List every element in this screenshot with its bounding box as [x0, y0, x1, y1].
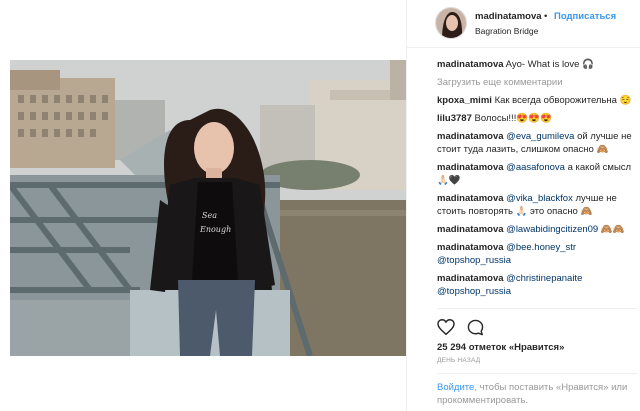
post-photo[interactable]: Sea Enough [10, 60, 406, 356]
comment-item: lilu3787 Волосы!!!😍😍😍 [437, 112, 637, 125]
avatar[interactable] [435, 7, 467, 39]
comment-username-link[interactable]: madinatamova [437, 273, 504, 284]
likes-count[interactable]: 25 294 отметок «Нравится» [437, 342, 564, 353]
comment-icon[interactable] [467, 319, 484, 336]
follow-button[interactable]: Подписаться [554, 11, 616, 22]
post-header: madinatamova • Подписаться Bagration Bri… [407, 0, 640, 48]
comment-mention-link[interactable]: @lawabidingcitizen09 [506, 224, 598, 235]
comment-mention-link[interactable]: @christinepanaite [506, 273, 582, 284]
heart-icon[interactable] [437, 318, 455, 336]
comment-username-link[interactable]: madinatamova [437, 242, 504, 253]
caption: madinatamova Ayo- What is love 🎧 [437, 58, 637, 71]
post-actions: 25 294 отметок «Нравится» ДЕНЬ НАЗАД [437, 308, 637, 368]
comments-list: madinatamova Ayo- What is love 🎧 Загрузи… [437, 58, 637, 303]
comment-username-link[interactable]: madinatamova [437, 224, 504, 235]
comment-mention-link[interactable]: @topshop_russia [437, 286, 511, 297]
caption-username-link[interactable]: madinatamova [437, 59, 504, 70]
location-link[interactable]: Bagration Bridge [475, 26, 538, 36]
post-sidebar: madinatamova • Подписаться Bagration Bri… [406, 0, 640, 411]
comment-mention-link[interactable]: @aasafonova [506, 162, 565, 173]
photo-image: Sea Enough [10, 60, 406, 356]
comment-username-link[interactable]: madinatamova [437, 131, 504, 142]
comment-item: madinatamova @aasafonova а какой смысл 🙏… [437, 161, 637, 187]
instagram-post: Sea Enough madinatamova • Подписаться Ba… [0, 0, 640, 411]
comment-text: Волосы!!!😍😍😍 [474, 113, 552, 124]
header-username-link[interactable]: madinatamova [475, 11, 542, 22]
comment-mention-link[interactable]: @bee.honey_str [506, 242, 576, 253]
caption-text: Ayo- What is love 🎧 [505, 59, 594, 70]
comment-item: kpoxa_mimi Как всегда обворожительна 😌 [437, 94, 637, 107]
comment-mention-link[interactable]: @vika_blackfox [506, 193, 573, 204]
comment-item: madinatamova @vika_blackfox лучше не сто… [437, 192, 637, 218]
comment-mention-link[interactable]: @eva_gumileva [506, 131, 574, 142]
comment-username-link[interactable]: kpoxa_mimi [437, 95, 492, 106]
comment-username-link[interactable]: madinatamova [437, 162, 504, 173]
comment-item: madinatamova @bee.honey_str @topshop_rus… [437, 241, 637, 267]
comment-item: madinatamova @lawabidingcitizen09 🙈🙈 [437, 223, 637, 236]
comment-username-link[interactable]: madinatamova [437, 193, 504, 204]
svg-text:Sea: Sea [202, 211, 217, 220]
login-link[interactable]: Войдите [437, 382, 474, 393]
comment-text: Как всегда обворожительна 😌 [494, 95, 632, 106]
comment-item: madinatamova @christinepanaite @topshop_… [437, 272, 637, 298]
comment-text: 🙈🙈 [598, 224, 625, 235]
comment-mention-link[interactable]: @topshop_russia [437, 255, 511, 266]
comment-username-link[interactable]: lilu3787 [437, 113, 472, 124]
svg-text:Enough: Enough [199, 225, 231, 234]
post-timestamp: ДЕНЬ НАЗАД [437, 357, 481, 364]
load-more-comments-button[interactable]: Загрузить еще комментарии [437, 76, 637, 89]
header-separator: • [544, 11, 548, 22]
comment-item: madinatamova @eva_gumileva ой лучше не с… [437, 130, 637, 156]
login-prompt: Войдите, чтобы поставить «Нравится» или … [437, 373, 637, 407]
